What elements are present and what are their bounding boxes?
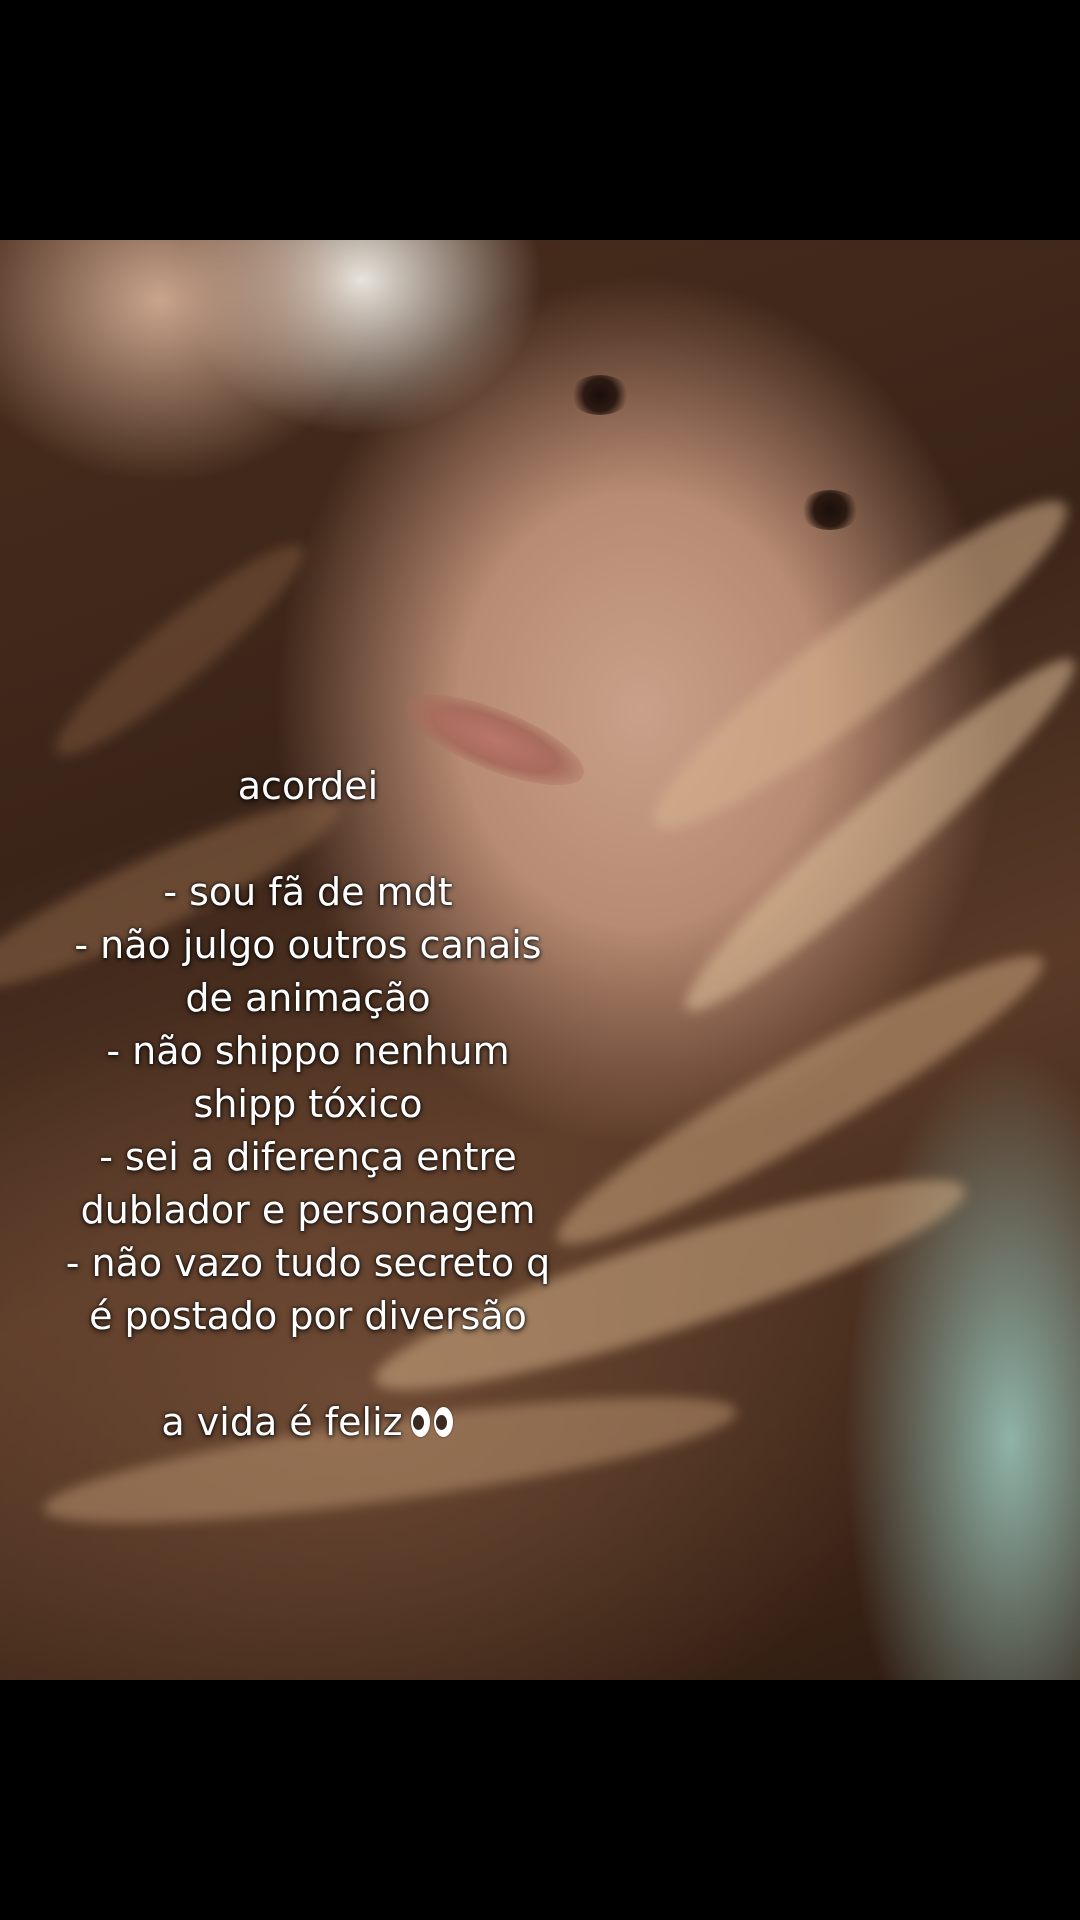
caption-line: de animação: [185, 976, 431, 1020]
caption-closing: a vida é feliz: [161, 1400, 403, 1444]
caption-line: - sei a diferença entre: [99, 1135, 517, 1179]
caption-line: - não julgo outros canais: [74, 923, 542, 967]
caption-line: - sou fã de mdt: [163, 870, 453, 914]
hair-streak: [38, 524, 322, 776]
caption-line: - não vazo tudo secreto q: [65, 1241, 551, 1285]
left-eye: [570, 375, 630, 415]
video-screen: acordei - sou fã de mdt - não julgo outr…: [0, 0, 1080, 1920]
caption-closing-line: a vida é feliz: [20, 1396, 596, 1449]
hair-streak: [627, 469, 1080, 861]
caption-overlay: acordei - sou fã de mdt - não julgo outr…: [20, 760, 596, 1449]
caption-line: é postado por diversão: [89, 1294, 527, 1338]
caption-title: acordei: [237, 764, 379, 808]
caption-line: - não shippo nenhum: [106, 1029, 510, 1073]
caption-line: dublador e personagem: [80, 1188, 536, 1232]
caption-line: shipp tóxico: [193, 1082, 423, 1126]
right-eye: [800, 490, 860, 530]
eyes-emoji-icon: [410, 1407, 455, 1437]
